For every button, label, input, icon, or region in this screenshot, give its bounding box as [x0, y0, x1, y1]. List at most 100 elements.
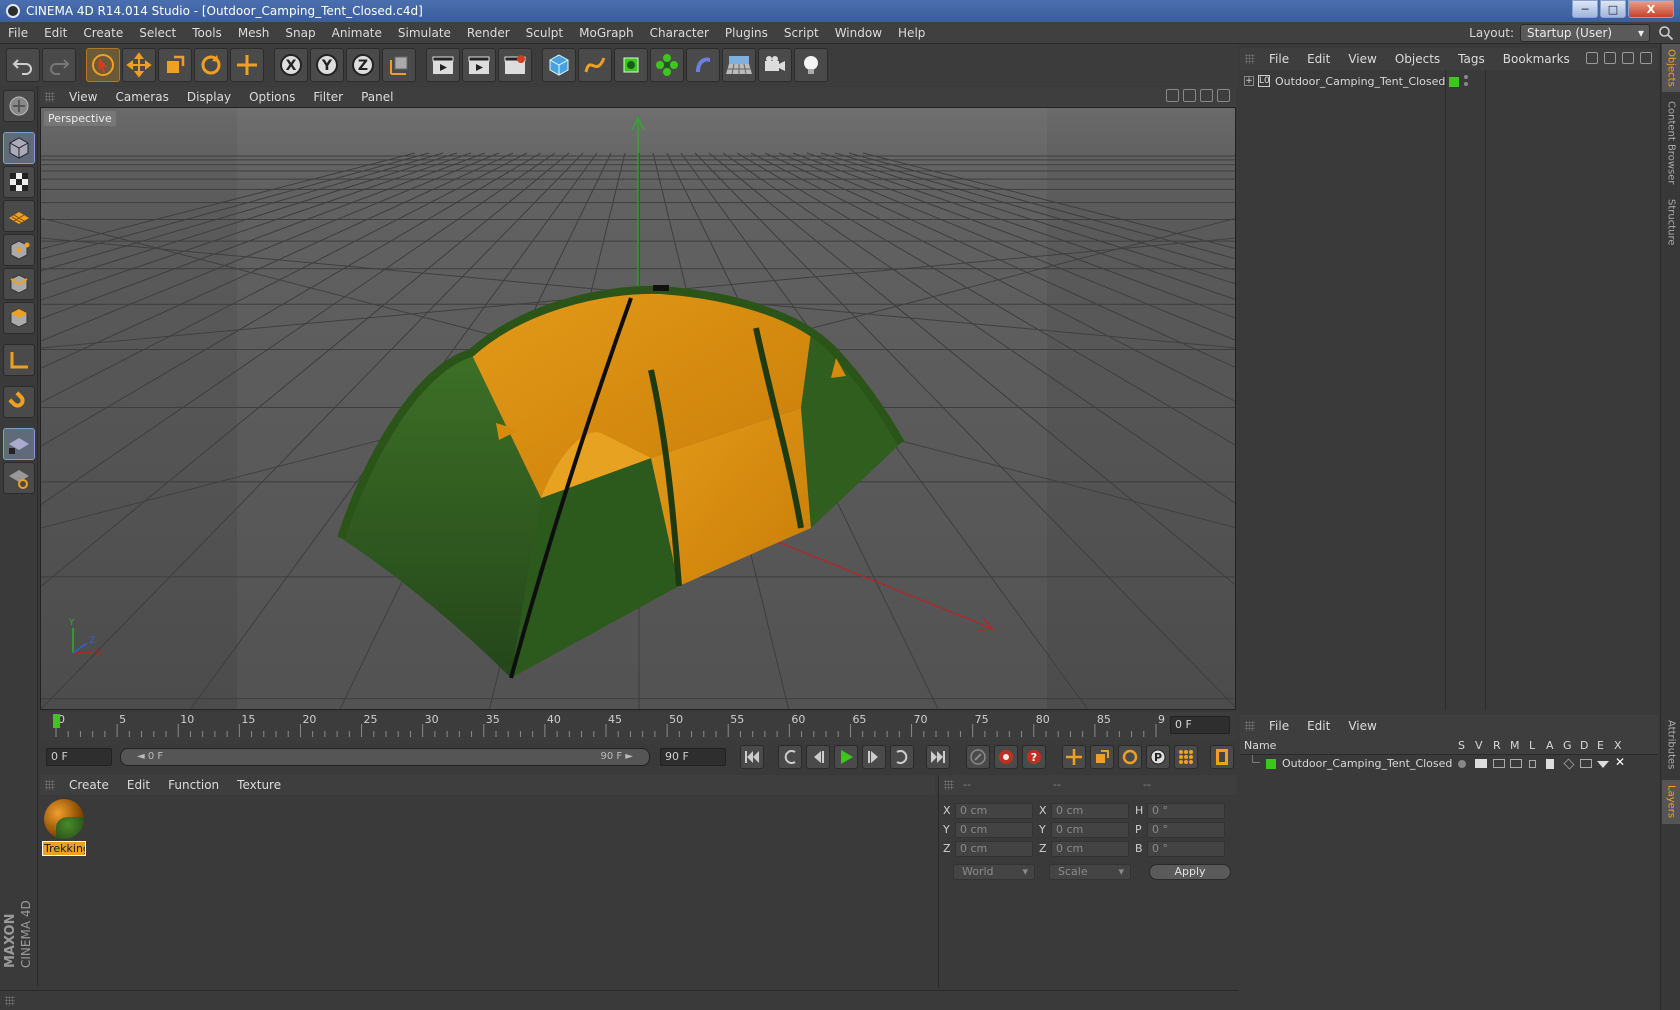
autokeying-button[interactable]	[994, 745, 1018, 769]
snap-button[interactable]	[3, 386, 35, 418]
object-menu-view[interactable]: View	[1339, 52, 1385, 66]
next-key-button[interactable]	[890, 745, 914, 769]
position-x-field[interactable]: 0 cm	[955, 803, 1033, 819]
planar-workplane-button[interactable]	[3, 462, 35, 494]
cube-object-button[interactable]	[542, 48, 576, 82]
scale-key-button[interactable]	[1090, 745, 1114, 769]
editor-visibility-dot[interactable]	[1464, 75, 1468, 79]
environment-button[interactable]	[722, 48, 756, 82]
go-to-start-button[interactable]	[740, 745, 764, 769]
viewport-menu-display[interactable]: Display	[178, 90, 240, 104]
toggle-layout-icon[interactable]	[1217, 89, 1230, 102]
tab-structure[interactable]: Structure	[1662, 194, 1680, 250]
layer-menu-view[interactable]: View	[1339, 719, 1385, 733]
layer-expressions-toggle[interactable]	[1597, 761, 1609, 768]
layer-view-toggle[interactable]	[1475, 759, 1487, 768]
parameter-key-button[interactable]: P	[1146, 745, 1170, 769]
layer-render-toggle[interactable]	[1493, 759, 1505, 768]
layer-color-tag[interactable]	[1449, 77, 1459, 87]
add-object-button[interactable]	[230, 48, 264, 82]
position-key-button[interactable]	[1062, 745, 1086, 769]
layer-xref-toggle[interactable]: ✕	[1615, 755, 1625, 769]
mograph-button[interactable]	[650, 48, 684, 82]
redo-button[interactable]	[42, 48, 76, 82]
render-settings-button[interactable]	[498, 48, 532, 82]
dolly-view-icon[interactable]	[1183, 89, 1196, 102]
tab-objects[interactable]: Objects	[1662, 44, 1680, 92]
play-button[interactable]	[834, 745, 858, 769]
3d-viewport[interactable]: Y X Z Perspective	[40, 107, 1236, 710]
menu-edit[interactable]: Edit	[36, 26, 75, 40]
object-search-icon[interactable]	[1586, 52, 1598, 64]
object-menu-edit[interactable]: Edit	[1298, 52, 1339, 66]
current-frame-field[interactable]: 0 F	[1170, 716, 1230, 734]
viewport-menu-panel[interactable]: Panel	[352, 90, 402, 104]
timeline-window-button[interactable]	[1210, 745, 1234, 769]
points-mode-button[interactable]	[3, 234, 35, 266]
size-x-field[interactable]: 0 cm	[1051, 803, 1129, 819]
move-button[interactable]	[122, 48, 156, 82]
layer-generators-toggle[interactable]	[1563, 758, 1575, 770]
size-mode-dropdown[interactable]: Scale	[1049, 864, 1131, 880]
tab-attributes[interactable]: Attributes	[1662, 714, 1680, 776]
layer-solo-toggle[interactable]	[1458, 760, 1466, 768]
model-mode-button[interactable]	[3, 132, 35, 164]
rotate-view-icon[interactable]	[1200, 89, 1213, 102]
menu-plugins[interactable]: Plugins	[717, 26, 776, 40]
menu-script[interactable]: Script	[776, 26, 827, 40]
spline-button[interactable]	[578, 48, 612, 82]
menu-select[interactable]: Select	[131, 26, 184, 40]
make-editable-button[interactable]	[3, 90, 35, 122]
rotation-key-button[interactable]	[1118, 745, 1142, 769]
layer-lock-toggle[interactable]	[1529, 760, 1536, 768]
layer-menu-edit[interactable]: Edit	[1298, 719, 1339, 733]
layer-color-swatch[interactable]	[1266, 759, 1276, 769]
keyframe-selection-button[interactable]: ?	[1022, 745, 1046, 769]
next-frame-button[interactable]	[862, 745, 886, 769]
object-menu-tags[interactable]: Tags	[1449, 52, 1494, 66]
render-view-button[interactable]	[426, 48, 460, 82]
maximize-button[interactable]: □	[1600, 0, 1626, 18]
object-row[interactable]: + L0 Outdoor_Camping_Tent_Closed	[1240, 74, 1658, 92]
size-y-field[interactable]: 0 cm	[1051, 822, 1129, 838]
point-level-key-button[interactable]	[1174, 745, 1198, 769]
start-frame-field[interactable]: 0 F	[46, 748, 112, 766]
object-menu-bookmarks[interactable]: Bookmarks	[1494, 52, 1579, 66]
size-z-field[interactable]: 0 cm	[1051, 841, 1129, 857]
menu-character[interactable]: Character	[642, 26, 717, 40]
home-icon[interactable]	[1604, 52, 1616, 64]
render-to-picture-viewer-button[interactable]	[462, 48, 496, 82]
pan-view-icon[interactable]	[1166, 89, 1179, 102]
menu-snap[interactable]: Snap	[277, 26, 323, 40]
viewport-menu-cameras[interactable]: Cameras	[106, 90, 177, 104]
menu-window[interactable]: Window	[827, 26, 890, 40]
object-filter-icon[interactable]	[1622, 52, 1634, 64]
material-swatch[interactable]: Trekking	[42, 797, 86, 857]
object-name[interactable]: Outdoor_Camping_Tent_Closed	[1275, 75, 1445, 88]
scale-button[interactable]	[158, 48, 192, 82]
viewport-menu-view[interactable]: View	[60, 90, 106, 104]
rotation-h-field[interactable]: 0 °	[1147, 803, 1225, 819]
menu-sculpt[interactable]: Sculpt	[518, 26, 571, 40]
menu-mograph[interactable]: MoGraph	[571, 26, 642, 40]
layer-manager-toggle[interactable]	[1510, 759, 1522, 768]
menu-help[interactable]: Help	[890, 26, 933, 40]
go-to-end-button[interactable]	[926, 745, 950, 769]
layer-name[interactable]: Outdoor_Camping_Tent_Closed	[1282, 757, 1452, 770]
menu-render[interactable]: Render	[459, 26, 518, 40]
previous-key-button[interactable]	[778, 745, 802, 769]
menu-create[interactable]: Create	[75, 26, 131, 40]
timeline-ruler[interactable]: 051015202530354045505560657075808590	[40, 712, 1165, 740]
menu-animate[interactable]: Animate	[324, 26, 390, 40]
close-button[interactable]: X	[1628, 0, 1674, 18]
search-icon[interactable]	[1658, 25, 1674, 41]
undo-button[interactable]	[6, 48, 40, 82]
polygons-mode-button[interactable]	[3, 302, 35, 334]
preview-range-slider[interactable]: ◄ 0 F 90 F ►	[120, 748, 650, 766]
material-menu-edit[interactable]: Edit	[118, 778, 159, 792]
coordinate-space-dropdown[interactable]: World	[953, 864, 1035, 880]
live-selection-button[interactable]	[86, 48, 120, 82]
menu-tools[interactable]: Tools	[184, 26, 230, 40]
axis-mode-button[interactable]	[3, 344, 35, 376]
previous-frame-button[interactable]	[806, 745, 830, 769]
